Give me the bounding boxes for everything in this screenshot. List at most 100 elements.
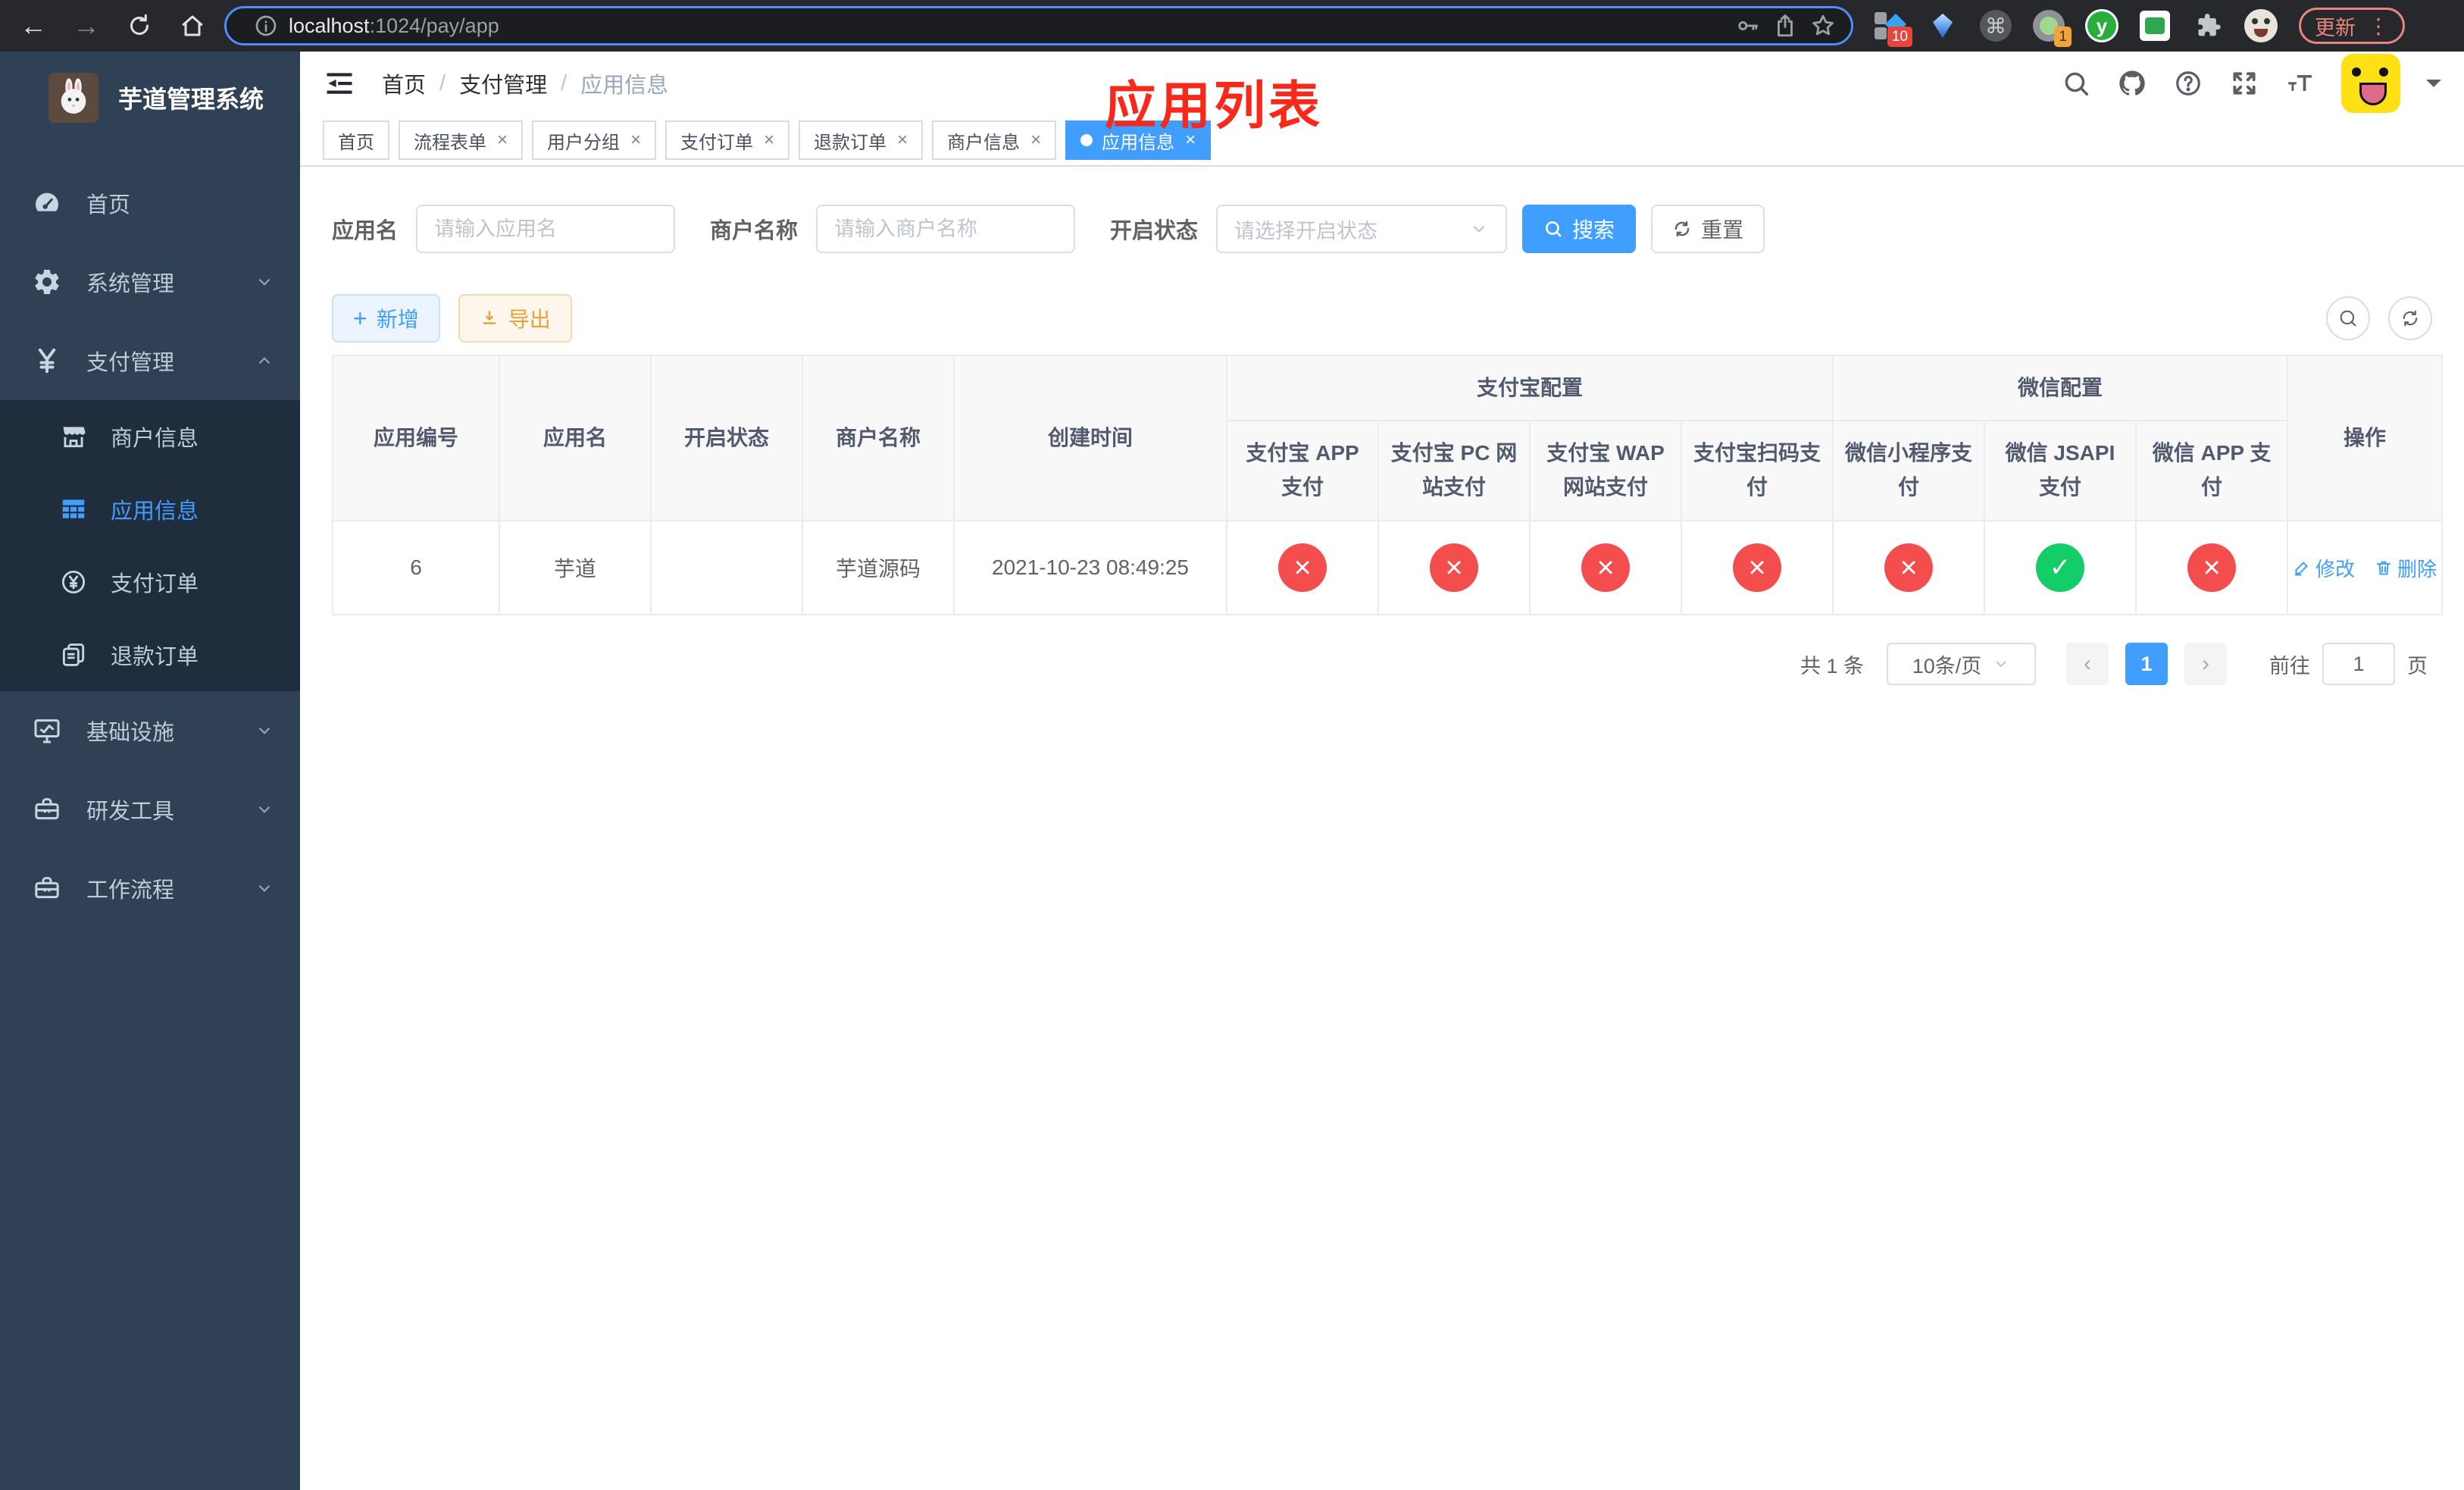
tag-label: 退款订单 — [814, 132, 887, 153]
close-icon[interactable] — [1185, 130, 1196, 151]
tag-pay-order[interactable]: 支付订单 — [665, 121, 790, 160]
status-cross-icon — [1581, 543, 1630, 592]
tag-label: 商户信息 — [947, 132, 1021, 153]
chat-extension-icon[interactable] — [2138, 9, 2172, 42]
filter-form: 应用名 商户名称 开启状态 请选择开启状态 搜索 — [332, 205, 2432, 253]
fullscreen-icon[interactable] — [2229, 68, 2259, 99]
browser-menu-kebab-icon[interactable]: ⋮ — [2368, 14, 2389, 39]
breadcrumb: 首页 / 支付管理 / 应用信息 — [382, 67, 668, 99]
add-button-label: 新增 — [376, 308, 419, 331]
sidebar-item-refund-order[interactable]: 退款订单 — [0, 618, 300, 691]
pin-extension-icon[interactable]: 10 — [1873, 9, 1912, 47]
close-icon[interactable] — [1030, 130, 1041, 151]
recorder-extension-icon[interactable]: 1 — [2032, 9, 2072, 47]
help-icon[interactable] — [2173, 68, 2203, 99]
search-icon[interactable] — [2061, 68, 2091, 99]
status-select[interactable]: 请选择开启状态 — [1216, 205, 1508, 253]
status-check-icon — [2036, 543, 2085, 592]
status-cross-icon — [1278, 543, 1327, 592]
tag-merchant-info[interactable]: 商户信息 — [932, 121, 1057, 160]
sidebar-item-pay-order[interactable]: 支付订单 — [0, 546, 300, 618]
user-avatar[interactable] — [2341, 54, 2400, 113]
breadcrumb-home[interactable]: 首页 — [382, 67, 426, 99]
col-merchant: 商户名称 — [802, 355, 955, 521]
cell-app-id: 6 — [332, 520, 500, 615]
close-icon[interactable] — [897, 130, 908, 151]
url-bar[interactable]: localhost :1024/pay/app — [224, 6, 1853, 45]
delete-link[interactable]: 删除 — [2375, 554, 2437, 582]
close-icon[interactable] — [630, 130, 641, 151]
merchant-name-input[interactable] — [816, 205, 1076, 253]
update-label: 更新 — [2315, 16, 2356, 39]
status-cross-icon — [1884, 543, 1934, 592]
avatar-caret-down-icon[interactable] — [2426, 80, 2441, 95]
export-button[interactable]: 导出 — [458, 294, 572, 343]
sidebar-item-system[interactable]: 系统管理 — [0, 243, 300, 321]
gem-extension-icon[interactable] — [1926, 9, 1959, 42]
page-content: 应用名 商户名称 开启状态 请选择开启状态 搜索 — [300, 167, 2464, 1490]
page-size-select[interactable]: 10条/页 — [1887, 643, 2036, 685]
app-name-label: 应用名 — [332, 219, 399, 243]
browser-forward-icon[interactable]: → — [67, 6, 106, 45]
sidebar-item-label: 首页 — [86, 193, 131, 218]
y-extension-icon[interactable] — [2085, 9, 2118, 42]
table-toolbar: 新增 导出 — [332, 294, 2432, 343]
app-name-input[interactable] — [416, 205, 676, 253]
refresh-table-icon-button[interactable] — [2388, 296, 2432, 340]
edit-link[interactable]: 修改 — [2293, 554, 2355, 582]
goto-label: 前往 — [2269, 654, 2310, 678]
browser-back-icon[interactable]: ← — [14, 6, 53, 45]
prev-page-button[interactable] — [2066, 643, 2109, 685]
goto-page-input[interactable] — [2322, 643, 2395, 685]
add-button[interactable]: 新增 — [332, 294, 440, 343]
browser-reload-icon[interactable] — [120, 6, 159, 45]
page-number-current[interactable]: 1 — [2125, 643, 2168, 685]
tag-process-form[interactable]: 流程表单 — [399, 121, 524, 160]
sidebar-item-home[interactable]: 首页 — [0, 164, 300, 243]
sidebar-item-merchant-info[interactable]: 商户信息 — [0, 400, 300, 473]
sidebar-logo[interactable]: 芋道管理系统 — [0, 52, 300, 142]
reset-button[interactable]: 重置 — [1651, 205, 1765, 253]
col-app-name: 应用名 — [499, 355, 652, 521]
tag-label: 流程表单 — [414, 132, 486, 153]
sidebar-fold-icon[interactable] — [323, 67, 356, 100]
github-icon[interactable] — [2117, 68, 2147, 99]
hide-search-icon-button[interactable] — [2326, 296, 2370, 340]
export-button-label: 导出 — [508, 308, 551, 331]
tag-user-group[interactable]: 用户分组 — [532, 121, 657, 160]
sidebar-item-dev-tools[interactable]: 研发工具 — [0, 770, 300, 849]
main-area: 首页 / 支付管理 / 应用信息 应用列表 首页 流程表单 × 用户分组 × 支… — [300, 52, 2464, 1490]
sidebar-item-workflow[interactable]: 工作流程 — [0, 849, 300, 928]
pin-extension-badge: 10 — [1887, 27, 1912, 47]
cell-wechat-jsapi — [1984, 520, 2137, 615]
app-table: 应用编号 应用名 开启状态 商户名称 创建时间 支付宝配置 微信配置 操作 支付… — [332, 355, 2444, 615]
profile-emoji-icon[interactable] — [2244, 9, 2278, 42]
site-info-icon[interactable] — [254, 14, 278, 38]
tag-refund-order[interactable]: 退款订单 — [799, 121, 924, 160]
chevron-down-icon — [255, 800, 274, 819]
command-extension-icon[interactable]: ⌘ — [1979, 9, 2012, 42]
browser-home-icon[interactable] — [173, 6, 212, 45]
browser-update-button[interactable]: 更新 ⋮ — [2299, 8, 2405, 44]
password-key-icon[interactable] — [1734, 13, 1760, 39]
breadcrumb-payment[interactable]: 支付管理 — [459, 67, 547, 99]
recorder-extension-badge: 1 — [2054, 27, 2072, 47]
sidebar-item-label: 工作流程 — [86, 878, 175, 903]
close-icon[interactable] — [764, 130, 774, 151]
sidebar-item-app-info[interactable]: 应用信息 — [0, 473, 300, 546]
sidebar-item-label: 应用信息 — [111, 499, 199, 524]
bookmark-star-icon[interactable] — [1810, 13, 1836, 39]
tag-app-info-active[interactable]: 应用信息 — [1065, 121, 1212, 160]
extensions-puzzle-icon[interactable] — [2191, 9, 2225, 42]
font-size-icon[interactable] — [2285, 68, 2315, 99]
next-page-button[interactable] — [2184, 643, 2227, 685]
share-icon[interactable] — [1772, 13, 1798, 39]
sidebar-item-infrastructure[interactable]: 基础设施 — [0, 691, 300, 770]
status-cross-icon — [1430, 543, 1478, 592]
col-group-alipay: 支付宝配置 — [1225, 355, 1834, 421]
sidebar-item-payment[interactable]: 支付管理 — [0, 321, 300, 400]
search-button[interactable]: 搜索 — [1522, 205, 1637, 253]
yen-circle-icon — [59, 568, 88, 596]
tag-home[interactable]: 首页 — [323, 121, 389, 160]
close-icon[interactable] — [497, 130, 508, 151]
